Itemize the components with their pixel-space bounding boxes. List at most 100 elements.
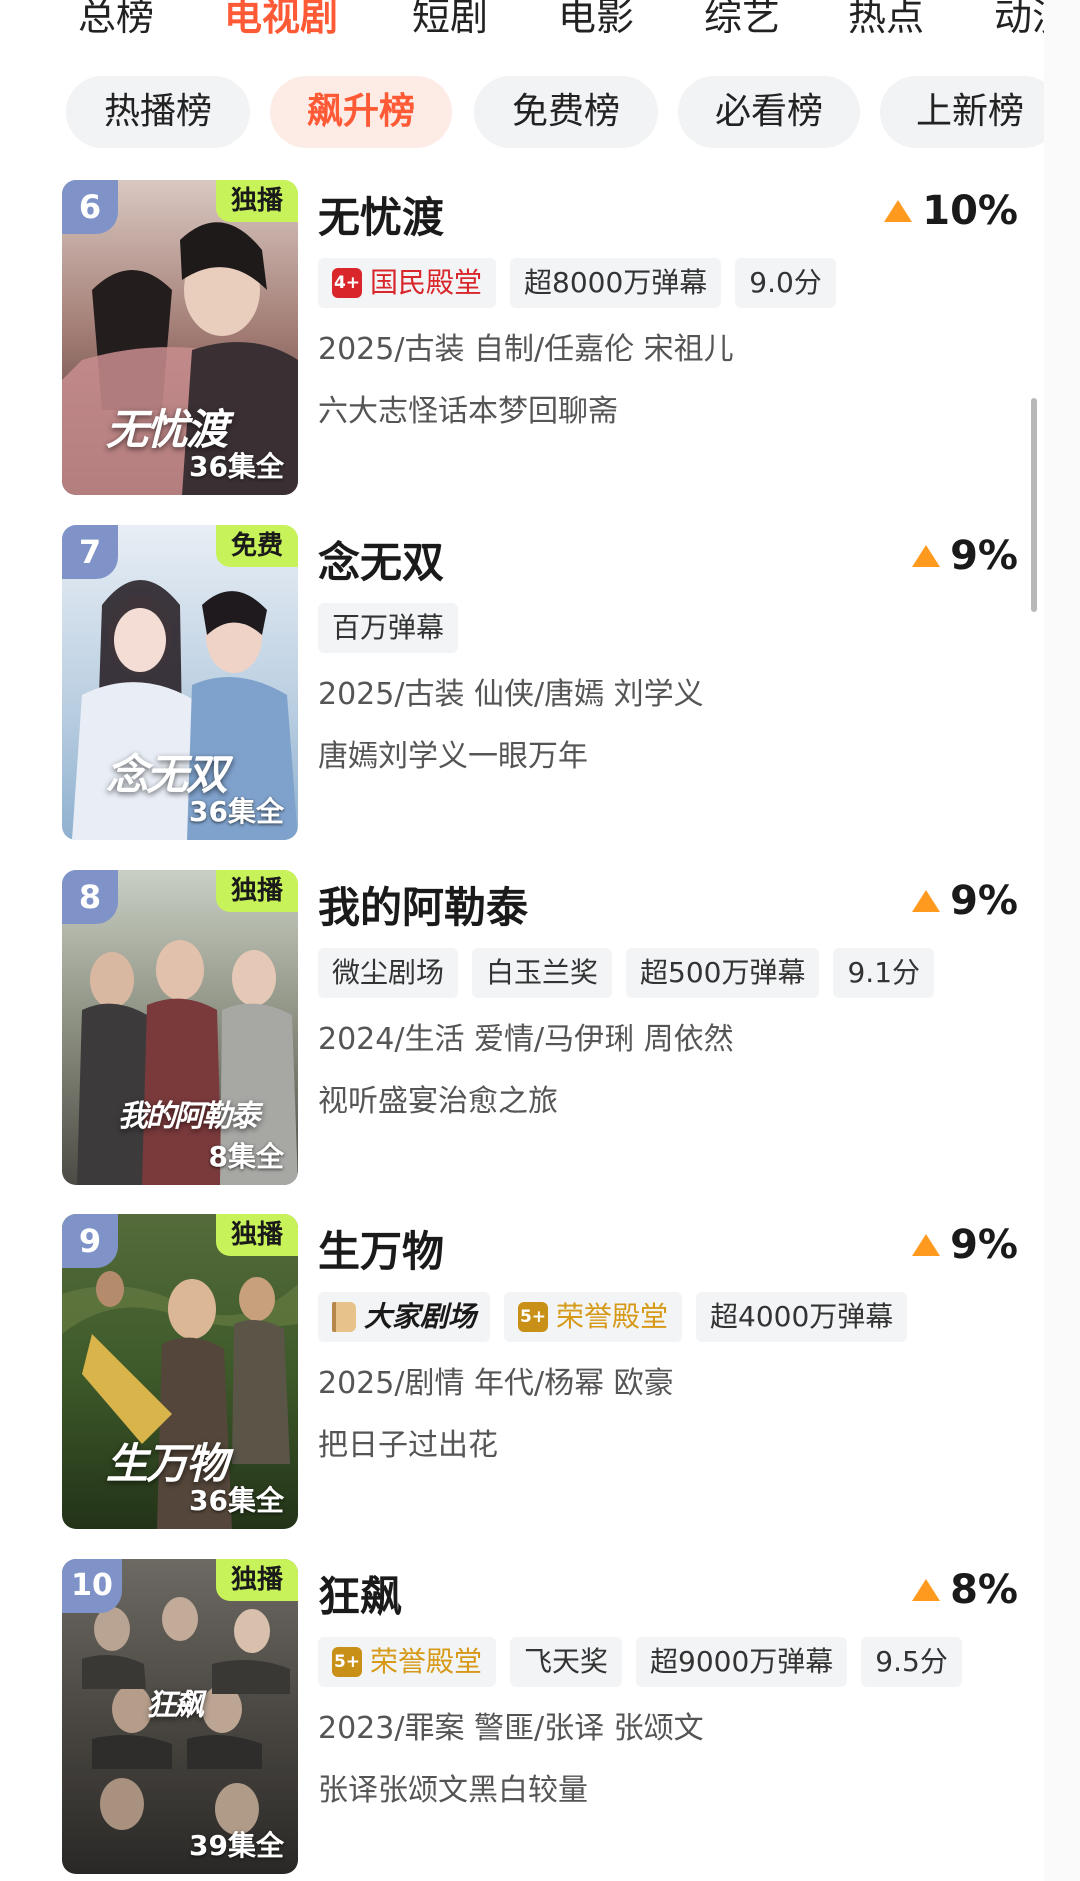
- tag-label: 荣誉殿堂: [370, 1645, 483, 1678]
- show-tagline: 唐嫣刘学义一眼万年: [318, 739, 588, 774]
- tab-trending[interactable]: 热点: [848, 0, 924, 41]
- trend-up-icon: [912, 1234, 941, 1256]
- book-icon: [332, 1302, 356, 1332]
- honor-hall-badge-icon: 5+: [518, 1302, 549, 1332]
- poster-title-art: 我的阿勒泰: [118, 1099, 260, 1134]
- list-item[interactable]: 6 独播 无忧渡 36集全 无忧渡 10% 4+ 国民殿堂 超8000万弹幕 9…: [0, 180, 1044, 495]
- tag-danmaku[interactable]: 超500万弹幕: [626, 948, 820, 998]
- tag-label: 国民殿堂: [370, 266, 483, 299]
- poster-image[interactable]: 10 独播 狂飙 39集全: [62, 1559, 298, 1874]
- tag-danmaku[interactable]: 百万弹幕: [318, 603, 459, 653]
- trend-percent: 8%: [950, 1567, 1018, 1613]
- show-title[interactable]: 狂飙: [318, 1563, 402, 1624]
- tag-national-hall[interactable]: 4+ 国民殿堂: [318, 258, 497, 308]
- list-item[interactable]: 8 独播 我的阿勒泰 8集全 我的阿勒泰 9% 微尘剧场 白玉兰奖 超500万弹…: [0, 870, 1044, 1185]
- tab-overall[interactable]: 总榜: [78, 0, 154, 41]
- poster-title-art: 狂飙: [146, 1688, 204, 1723]
- rank-badge: 7: [62, 525, 118, 579]
- show-tagline: 张译张颂文黑白较量: [318, 1773, 588, 1808]
- exclusive-badge: 独播: [216, 1559, 298, 1601]
- tag-score[interactable]: 9.5分: [861, 1637, 962, 1687]
- category-tabs: 总榜 电视剧 短剧 电影 综艺 热点 动漫: [0, 0, 1044, 52]
- tag-list: 微尘剧场 白玉兰奖 超500万弹幕 9.1分: [318, 948, 948, 998]
- show-meta: 2023/罪案 警匪/张译 张颂文: [318, 1711, 704, 1746]
- poster-image[interactable]: 9 独播 生万物 36集全: [62, 1214, 298, 1529]
- tab-short-drama[interactable]: 短剧: [412, 0, 488, 41]
- tag-score[interactable]: 9.0分: [735, 258, 836, 308]
- subtab-free[interactable]: 免费榜: [474, 76, 658, 148]
- trend-indicator: 9%: [912, 533, 1018, 579]
- trend-percent: 9%: [950, 1222, 1018, 1268]
- rank-badge: 6: [62, 180, 118, 234]
- national-hall-badge-icon: 4+: [332, 268, 362, 298]
- episode-count: 36集全: [189, 1484, 284, 1517]
- ranking-type-tabs: 热播榜 飙升榜 免费榜 必看榜 上新榜: [0, 76, 1044, 148]
- poster-image[interactable]: 8 独播 我的阿勒泰 8集全: [62, 870, 298, 1185]
- tag-list: 百万弹幕: [318, 603, 472, 653]
- tab-variety[interactable]: 综艺: [704, 0, 780, 41]
- rank-badge: 9: [62, 1214, 118, 1268]
- trend-up-icon: [912, 890, 941, 912]
- episode-count: 8集全: [208, 1140, 284, 1173]
- show-tagline: 把日子过出花: [318, 1428, 498, 1463]
- trend-percent: 10%: [922, 188, 1018, 234]
- tag-award[interactable]: 白玉兰奖: [472, 948, 613, 998]
- trend-up-icon: [884, 200, 913, 222]
- edge-strip: [1044, 0, 1080, 1881]
- tag-label: 荣誉殿堂: [556, 1300, 669, 1333]
- list-item[interactable]: 7 免费 念无双 36集全 念无双 9% 百万弹幕 2025/古装 仙侠/唐嫣 …: [0, 525, 1044, 840]
- free-badge: 免费: [216, 525, 298, 567]
- tag-danmaku[interactable]: 超8000万弹幕: [510, 258, 722, 308]
- trend-percent: 9%: [950, 878, 1018, 924]
- show-title[interactable]: 念无双: [318, 529, 444, 590]
- tag-score[interactable]: 9.1分: [833, 948, 935, 998]
- poster-image[interactable]: 6 独播 无忧渡 36集全: [62, 180, 298, 495]
- episode-count: 36集全: [189, 450, 284, 483]
- trend-up-icon: [912, 1579, 941, 1601]
- tag-honor-hall[interactable]: 5+ 荣誉殿堂: [318, 1637, 497, 1687]
- trend-indicator: 9%: [912, 1222, 1018, 1268]
- exclusive-badge: 独播: [216, 180, 298, 222]
- exclusive-badge: 独播: [216, 870, 298, 912]
- tag-list: 4+ 国民殿堂 超8000万弹幕 9.0分: [318, 258, 850, 308]
- exclusive-badge: 独播: [216, 1214, 298, 1256]
- rank-badge: 8: [62, 870, 118, 924]
- subtab-rising[interactable]: 飙升榜: [270, 76, 452, 148]
- show-meta: 2025/古装 自制/任嘉伦 宋祖儿: [318, 332, 734, 367]
- list-item[interactable]: 9 独播 生万物 36集全 生万物 9% 大家剧场 5+ 荣誉殿堂 超4000万…: [0, 1214, 1044, 1529]
- subtab-new[interactable]: 上新榜: [880, 76, 1044, 148]
- trend-indicator: 8%: [912, 1567, 1018, 1613]
- tab-anime[interactable]: 动漫: [994, 0, 1044, 41]
- poster-image[interactable]: 7 免费 念无双 36集全: [62, 525, 298, 840]
- list-item[interactable]: 10 独播 狂飙 39集全 狂飙 8% 5+ 荣誉殿堂 飞天奖 超9000万弹幕…: [0, 1559, 1044, 1874]
- rank-badge: 10: [62, 1559, 122, 1613]
- tag-list: 5+ 荣誉殿堂 飞天奖 超9000万弹幕 9.5分: [318, 1637, 976, 1687]
- subtab-must-watch[interactable]: 必看榜: [678, 76, 860, 148]
- show-title[interactable]: 我的阿勒泰: [318, 874, 528, 935]
- show-tagline: 六大志怪话本梦回聊斋: [318, 394, 618, 429]
- show-title[interactable]: 生万物: [318, 1218, 444, 1279]
- tag-list: 大家剧场 5+ 荣誉殿堂 超4000万弹幕: [318, 1292, 921, 1342]
- trend-percent: 9%: [950, 533, 1018, 579]
- show-meta: 2025/剧情 年代/杨幂 欧豪: [318, 1366, 674, 1401]
- show-meta: 2025/古装 仙侠/唐嫣 刘学义: [318, 677, 704, 712]
- tag-danmaku[interactable]: 超9000万弹幕: [636, 1637, 848, 1687]
- trend-indicator: 10%: [884, 188, 1018, 234]
- honor-hall-badge-icon: 5+: [332, 1647, 362, 1677]
- tag-theater[interactable]: 微尘剧场: [318, 948, 459, 998]
- subtab-hot[interactable]: 热播榜: [66, 76, 250, 148]
- episode-count: 36集全: [189, 795, 284, 828]
- episode-count: 39集全: [189, 1829, 284, 1862]
- tab-movies[interactable]: 电影: [558, 0, 634, 41]
- tag-theater[interactable]: 大家剧场: [318, 1292, 491, 1342]
- tag-honor-hall[interactable]: 5+ 荣誉殿堂: [504, 1292, 683, 1342]
- show-tagline: 视听盛宴治愈之旅: [318, 1084, 558, 1119]
- tag-award[interactable]: 飞天奖: [510, 1637, 623, 1687]
- show-title[interactable]: 无忧渡: [318, 184, 444, 245]
- tag-label: 大家剧场: [364, 1300, 477, 1333]
- tag-danmaku[interactable]: 超4000万弹幕: [696, 1292, 908, 1342]
- trend-indicator: 9%: [912, 878, 1018, 924]
- trend-up-icon: [912, 545, 941, 567]
- tab-tv-series[interactable]: 电视剧: [224, 0, 338, 41]
- show-meta: 2024/生活 爱情/马伊琍 周依然: [318, 1022, 734, 1057]
